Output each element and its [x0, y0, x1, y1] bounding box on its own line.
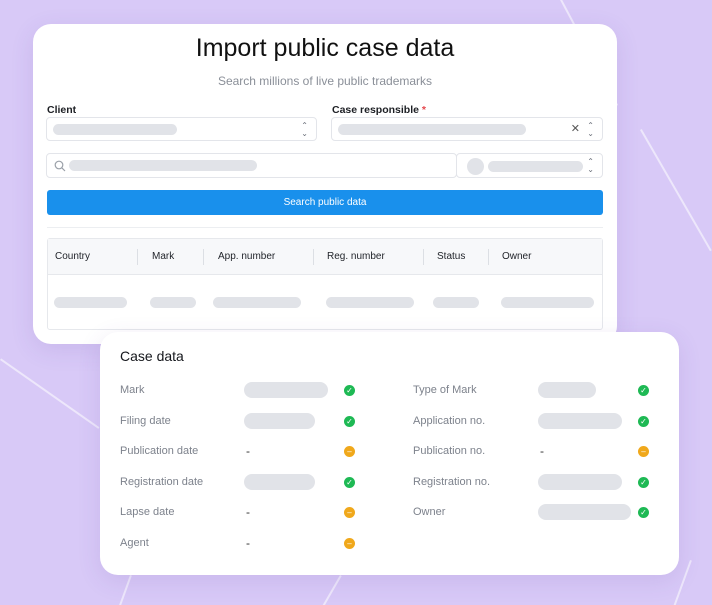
case-responsible-label: Case responsible *: [332, 104, 426, 116]
check-icon: ✓: [344, 415, 355, 427]
case-field-value-placeholder: [244, 382, 328, 398]
minus-icon: –: [344, 537, 355, 549]
case-field-label: Lapse date: [120, 506, 175, 518]
search-input[interactable]: [46, 153, 457, 178]
case-field-label: Registration date: [120, 475, 204, 488]
col-reg-number[interactable]: Reg. number: [327, 251, 385, 262]
check-icon: ✓: [344, 476, 355, 488]
case-field-label: Type of Mark: [413, 384, 477, 396]
minus-icon: –: [638, 446, 649, 457]
placeholder-pill: [326, 297, 414, 308]
case-field-label: Publication date: [120, 445, 199, 457]
placeholder-pill: [69, 160, 257, 171]
client-label: Client: [47, 104, 77, 116]
background-line: [116, 575, 132, 605]
case-field-label: Owner: [413, 506, 446, 518]
case-field-label: Agent: [120, 536, 149, 549]
chevron-updown-icon: ⌃ ⌄: [301, 121, 308, 138]
case-responsible-select[interactable]: ✕ ⌃ ⌄: [331, 117, 603, 141]
check-icon: ✓: [638, 507, 649, 518]
case-field-value-placeholder: [538, 412, 622, 429]
minus-icon: –: [344, 507, 355, 518]
page-subtitle: Search millions of live public trademark…: [217, 74, 433, 88]
placeholder-pill: [488, 161, 583, 172]
close-icon[interactable]: ✕: [571, 122, 580, 135]
check-icon: ✓: [638, 476, 649, 488]
col-owner[interactable]: Owner: [502, 251, 531, 262]
background-line: [320, 575, 342, 605]
background-line: [640, 129, 712, 252]
col-mark[interactable]: Mark: [152, 251, 174, 262]
case-field-label: Mark: [120, 384, 145, 396]
case-field-label: Application no.: [413, 414, 486, 427]
column-separator: [203, 249, 204, 265]
client-select[interactable]: ⌃ ⌄: [46, 117, 317, 141]
case-field-value: -: [540, 444, 544, 458]
placeholder-pill: [338, 124, 526, 135]
placeholder-pill: [501, 297, 594, 308]
chevron-updown-icon: ⌃ ⌄: [587, 157, 594, 174]
case-data-title: Case data: [120, 348, 184, 364]
placeholder-pill: [150, 297, 196, 308]
check-icon: ✓: [638, 415, 649, 427]
results-table: Country Mark App. number Reg. number Sta…: [47, 238, 603, 330]
case-field-value: -: [246, 444, 250, 458]
table-header: Country Mark App. number Reg. number Sta…: [48, 239, 602, 275]
page-title: Import public case data: [195, 34, 455, 62]
import-card: Import public case data Search millions …: [33, 24, 617, 344]
column-separator: [423, 249, 424, 265]
search-public-data-button[interactable]: Search public data: [47, 190, 603, 215]
col-app-number[interactable]: App. number: [218, 251, 275, 262]
case-field-value: -: [246, 535, 250, 550]
case-field-value-placeholder: [538, 473, 622, 490]
col-country[interactable]: Country: [55, 251, 90, 262]
case-field-value: -: [246, 505, 250, 519]
case-field-value-placeholder: [244, 412, 315, 429]
placeholder-pill: [433, 297, 479, 308]
flag-icon: [467, 158, 484, 175]
column-separator: [137, 249, 138, 265]
case-field-value-placeholder: [538, 382, 596, 398]
placeholder-pill: [53, 124, 177, 135]
check-icon: ✓: [344, 385, 355, 396]
case-field-label: Registration no.: [413, 475, 491, 488]
divider: [47, 227, 603, 228]
case-field-label: Filing date: [120, 414, 171, 427]
search-icon: [54, 160, 66, 172]
chevron-updown-icon: ⌃ ⌄: [587, 121, 594, 138]
table-row[interactable]: [48, 275, 602, 329]
case-field-value-placeholder: [244, 473, 315, 490]
placeholder-pill: [213, 297, 301, 308]
background-line: [0, 358, 100, 429]
case-field-label: Publication no.: [413, 445, 486, 457]
column-separator: [488, 249, 489, 265]
check-icon: ✓: [638, 385, 649, 396]
case-data-card: Case data Mark ✓ Filing date ✓ Publication d…: [100, 332, 679, 575]
placeholder-pill: [54, 297, 127, 308]
case-field-value-placeholder: [538, 504, 631, 520]
minus-icon: –: [344, 446, 355, 457]
country-select[interactable]: ⌃ ⌄: [456, 153, 603, 178]
col-status[interactable]: Status: [437, 251, 465, 262]
column-separator: [313, 249, 314, 265]
